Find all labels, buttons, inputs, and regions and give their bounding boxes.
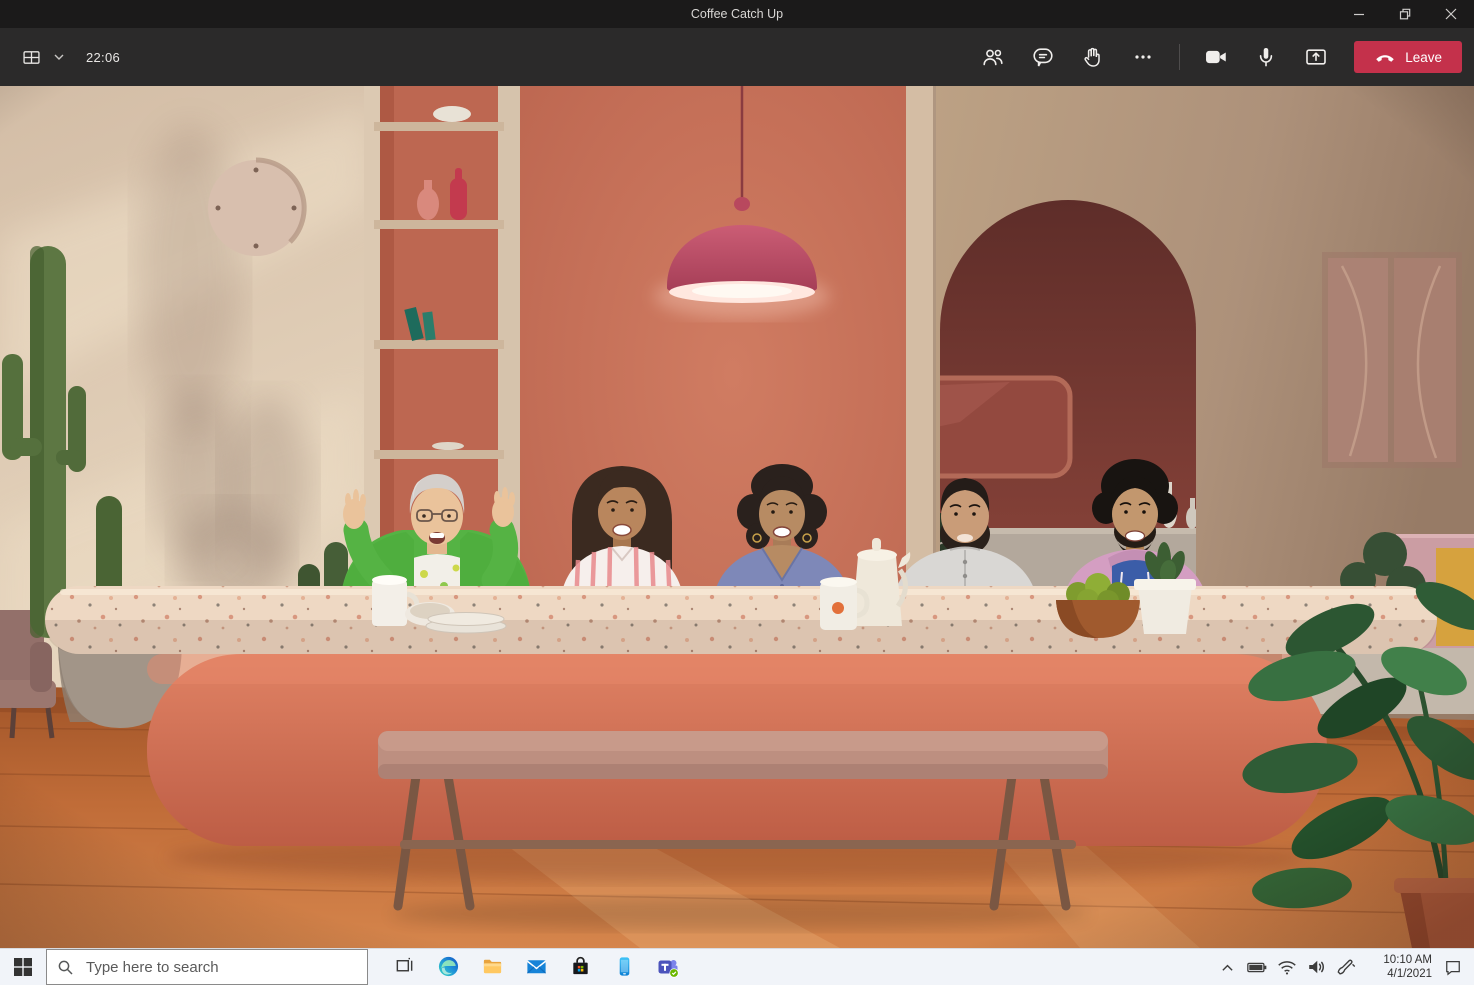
action-center-button[interactable] — [1438, 949, 1468, 985]
share-screen-button[interactable] — [1296, 37, 1336, 77]
title-bar: Coffee Catch Up — [0, 0, 1474, 28]
battery-indicator[interactable] — [1242, 949, 1272, 985]
camera-button[interactable] — [1196, 37, 1236, 77]
taskbar-search[interactable] — [46, 949, 368, 985]
minimize-icon — [1353, 8, 1365, 20]
hangup-icon — [1374, 50, 1396, 64]
microphone-on-icon — [1254, 45, 1278, 69]
restore-button[interactable] — [1382, 0, 1428, 28]
windows-logo-icon — [14, 958, 32, 976]
task-view-icon — [394, 955, 415, 976]
search-input[interactable] — [84, 958, 328, 977]
your-phone-icon — [613, 955, 636, 978]
toolbar-divider — [1179, 44, 1180, 70]
edge-button[interactable] — [426, 955, 470, 978]
volume-indicator[interactable] — [1302, 949, 1332, 985]
cafe-scene — [0, 86, 1474, 948]
meeting-timer: 22:06 — [86, 50, 120, 65]
share-screen-icon — [1304, 45, 1328, 69]
mail-icon — [525, 955, 548, 978]
file-explorer-button[interactable] — [470, 955, 514, 978]
system-tray: 10:10 AM 4/1/2021 — [1212, 949, 1468, 985]
meeting-toolbar: 22:06 — [0, 28, 1474, 86]
microsoft-store-icon — [569, 955, 592, 978]
gallery-view-icon — [21, 47, 42, 68]
gallery-view-button[interactable] — [14, 37, 48, 77]
tray-date: 4/1/2021 — [1368, 967, 1432, 981]
close-button[interactable] — [1428, 0, 1474, 28]
action-center-icon — [1443, 957, 1463, 977]
start-button[interactable] — [0, 949, 46, 985]
wifi-indicator[interactable] — [1272, 949, 1302, 985]
more-options-button[interactable] — [1123, 37, 1163, 77]
more-options-icon — [1131, 45, 1155, 69]
raise-hand-button[interactable] — [1073, 37, 1113, 77]
chevron-down-icon[interactable] — [54, 54, 64, 60]
chat-icon — [1031, 45, 1055, 69]
teams-icon — [656, 955, 680, 979]
chevron-up-icon — [1221, 963, 1234, 972]
hidden-icons-button[interactable] — [1212, 949, 1242, 985]
wifi-icon — [1276, 956, 1298, 978]
pen-icon — [1336, 956, 1358, 978]
participants-button[interactable] — [973, 37, 1013, 77]
leave-label: Leave — [1405, 50, 1442, 65]
teams-meeting-window: Coffee Catch Up — [0, 0, 1474, 985]
minimize-button[interactable] — [1336, 0, 1382, 28]
teams-button[interactable] — [646, 955, 690, 979]
file-explorer-icon — [481, 955, 504, 978]
tray-clock[interactable]: 10:10 AM 4/1/2021 — [1368, 953, 1432, 982]
camera-on-icon — [1203, 44, 1229, 70]
windows-ink-button[interactable] — [1332, 949, 1362, 985]
scene-vignette — [0, 86, 1474, 948]
search-icon — [57, 959, 74, 976]
windows-taskbar: 10:10 AM 4/1/2021 — [0, 948, 1474, 985]
chat-button[interactable] — [1023, 37, 1063, 77]
store-button[interactable] — [558, 955, 602, 978]
restore-icon — [1399, 8, 1411, 20]
battery-icon — [1246, 956, 1268, 978]
close-icon — [1445, 8, 1457, 20]
tray-time: 10:10 AM — [1368, 953, 1432, 967]
mail-button[interactable] — [514, 955, 558, 978]
task-view-button[interactable] — [382, 955, 426, 976]
leave-button[interactable]: Leave — [1354, 41, 1462, 73]
participants-icon — [981, 45, 1005, 69]
window-controls — [1336, 0, 1474, 28]
window-title: Coffee Catch Up — [0, 7, 1474, 21]
microphone-button[interactable] — [1246, 37, 1286, 77]
edge-icon — [437, 955, 460, 978]
raise-hand-icon — [1081, 45, 1105, 69]
volume-icon — [1306, 956, 1328, 978]
your-phone-button[interactable] — [602, 955, 646, 978]
together-mode-stage — [0, 86, 1474, 948]
